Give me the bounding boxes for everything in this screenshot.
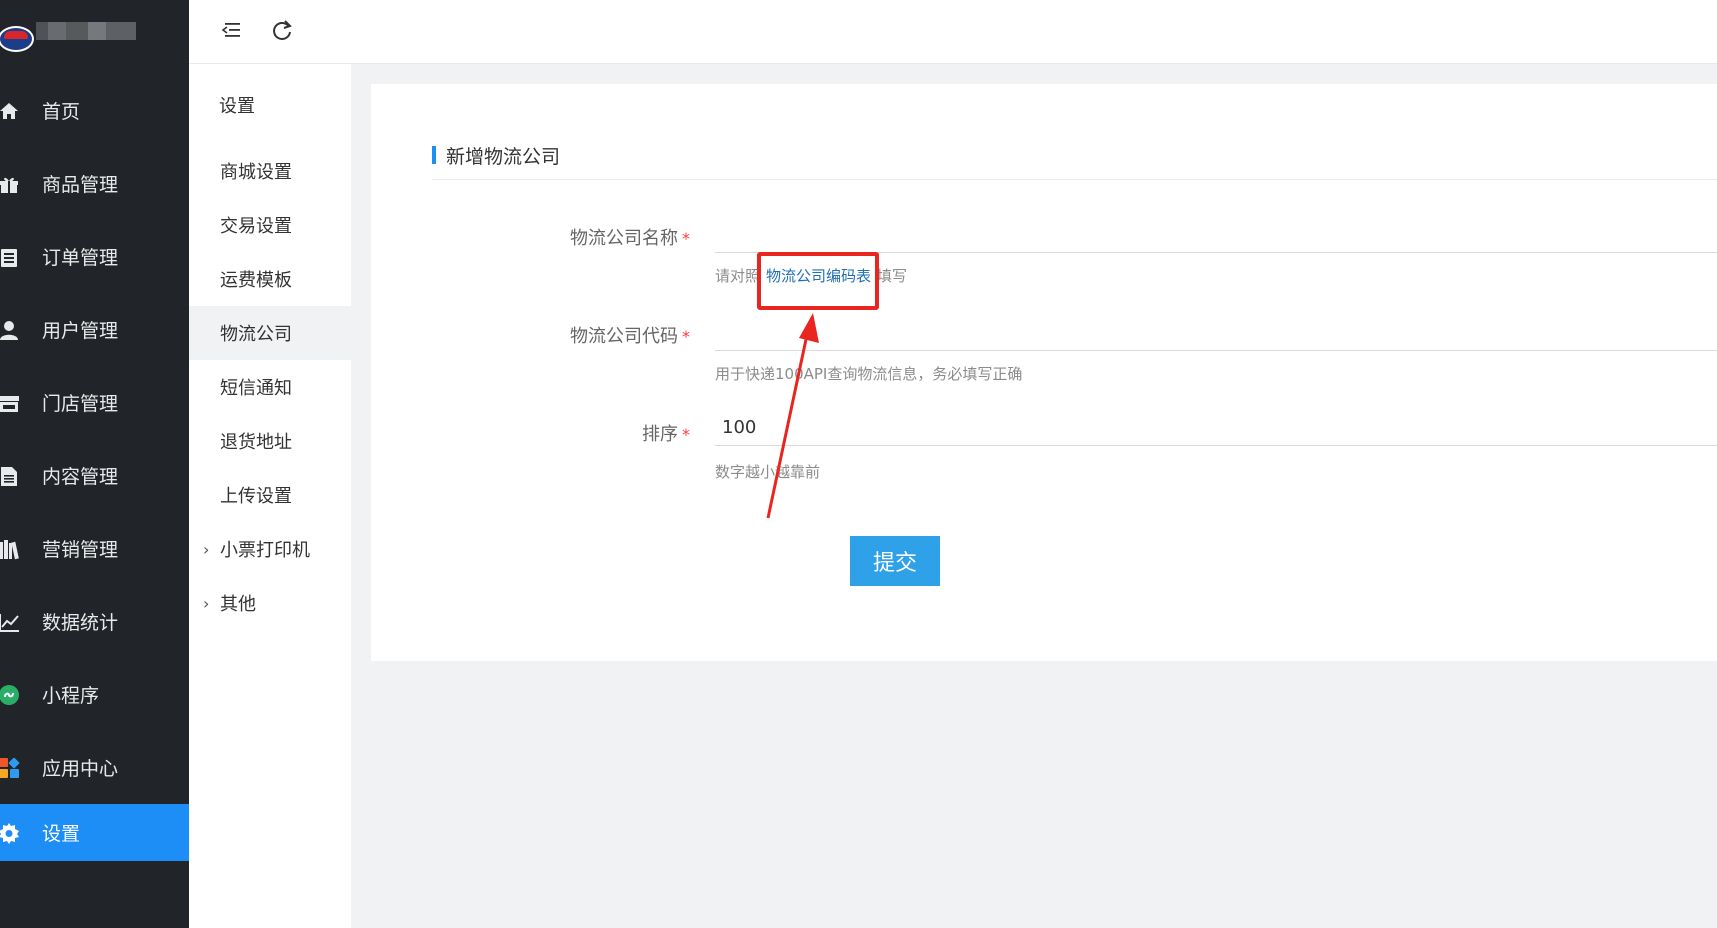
sidebar-item-marketing[interactable]: 营销管理 xyxy=(0,512,189,585)
sidebar-menu: 首页 商品管理 订单管理 用户管理 门店管理 内容管理 营销管理 数据统计 小程… xyxy=(0,74,189,861)
submenu-item-label: 小票打印机 xyxy=(220,540,310,561)
sidebar-item-settings[interactable]: 设置 xyxy=(0,804,189,861)
required-mark: * xyxy=(682,229,690,248)
menu-fold-icon[interactable] xyxy=(219,18,243,42)
sort-label-text: 排序 xyxy=(642,424,678,445)
settings-submenu: 设置 商城设置 交易设置 运费模板 物流公司 短信通知 退货地址 上传设置 › … xyxy=(189,64,351,928)
submenu-item-label: 运费模板 xyxy=(220,270,292,291)
sidebar-item-content[interactable]: 内容管理 xyxy=(0,439,189,512)
store-icon xyxy=(0,392,20,414)
sidebar-item-users[interactable]: 用户管理 xyxy=(0,293,189,366)
submenu-item-trade-settings[interactable]: 交易设置 xyxy=(189,198,351,252)
submenu-item-return-address[interactable]: 退货地址 xyxy=(189,414,351,468)
sort-help: 数字越小越靠前 xyxy=(715,463,821,481)
submenu-item-label: 退货地址 xyxy=(220,432,292,453)
company-code-label: 物流公司代码 * xyxy=(490,322,690,348)
help-suffix: 填写 xyxy=(877,267,908,285)
sidebar-item-label: 小程序 xyxy=(42,685,100,707)
company-code-help: 用于快递100API查询物流信息，务必填写正确 xyxy=(715,365,1023,383)
sidebar-item-label: 首页 xyxy=(42,101,81,123)
top-bar xyxy=(189,0,1717,64)
company-name-input[interactable] xyxy=(715,217,1717,253)
sidebar-item-home[interactable]: 首页 xyxy=(0,74,189,147)
gift-icon xyxy=(0,173,20,195)
miniprogram-icon xyxy=(0,684,20,706)
sidebar-item-label: 订单管理 xyxy=(42,247,119,269)
company-name-label-text: 物流公司名称 xyxy=(570,228,678,249)
annotation-highlight-box xyxy=(757,252,879,310)
required-mark: * xyxy=(682,327,690,346)
submenu-item-label: 商城设置 xyxy=(220,162,292,183)
sidebar-item-label: 设置 xyxy=(42,823,81,845)
sidebar-item-apps[interactable]: 应用中心 xyxy=(0,731,189,804)
main-sidebar: 首页 商品管理 订单管理 用户管理 门店管理 内容管理 营销管理 数据统计 小程… xyxy=(0,0,189,928)
brand-logo xyxy=(0,26,34,52)
submenu-item-label: 其他 xyxy=(220,594,256,615)
submenu-item-label: 物流公司 xyxy=(220,324,292,345)
company-code-input[interactable] xyxy=(715,315,1717,351)
submenu-item-sms-notifications[interactable]: 短信通知 xyxy=(189,360,351,414)
submenu-item-label: 短信通知 xyxy=(220,378,292,399)
logo-area[interactable] xyxy=(0,0,189,64)
required-mark: * xyxy=(682,425,690,444)
sidebar-item-miniprogram[interactable]: 小程序 xyxy=(0,658,189,731)
submenu-item-logistics-companies[interactable]: 物流公司 xyxy=(189,306,351,360)
sidebar-item-label: 数据统计 xyxy=(42,612,119,634)
home-icon xyxy=(0,100,20,122)
sidebar-item-orders[interactable]: 订单管理 xyxy=(0,220,189,293)
chevron-right-icon: › xyxy=(203,539,210,559)
refresh-icon[interactable] xyxy=(270,18,294,42)
page-title: 新增物流公司 xyxy=(446,146,561,168)
submit-button[interactable]: 提交 xyxy=(850,536,940,586)
submenu-item-shipping-templates[interactable]: 运费模板 xyxy=(189,252,351,306)
company-code-label-text: 物流公司代码 xyxy=(570,326,678,347)
sort-label: 排序 * xyxy=(490,420,690,446)
sidebar-item-label: 门店管理 xyxy=(42,393,119,415)
submenu-item-label: 上传设置 xyxy=(220,486,292,507)
card-header: 新增物流公司 xyxy=(432,136,1717,180)
submenu-item-receipt-printer[interactable]: › 小票打印机 xyxy=(189,522,351,576)
title-accent-bar xyxy=(432,146,436,164)
sidebar-item-statistics[interactable]: 数据统计 xyxy=(0,585,189,658)
apps-icon xyxy=(0,757,20,779)
submenu-title: 设置 xyxy=(219,96,255,117)
clipboard-icon xyxy=(0,246,20,268)
submenu-item-label: 交易设置 xyxy=(220,216,292,237)
blurred-brand-name xyxy=(36,22,136,40)
chevron-right-icon: › xyxy=(203,593,210,613)
sort-input[interactable] xyxy=(715,410,1717,446)
sidebar-item-products[interactable]: 商品管理 xyxy=(0,147,189,220)
company-name-label: 物流公司名称 * xyxy=(490,224,690,250)
books-icon xyxy=(0,538,20,560)
line-chart-icon xyxy=(0,611,20,633)
submenu-item-upload-settings[interactable]: 上传设置 xyxy=(189,468,351,522)
document-icon xyxy=(0,465,20,487)
submenu-item-mall-settings[interactable]: 商城设置 xyxy=(189,144,351,198)
sidebar-item-label: 用户管理 xyxy=(42,320,119,342)
help-prefix: 请对照 xyxy=(715,267,761,285)
sidebar-item-label: 内容管理 xyxy=(42,466,119,488)
user-icon xyxy=(0,319,20,341)
gear-icon xyxy=(0,822,20,844)
sidebar-item-label: 应用中心 xyxy=(42,758,119,780)
sidebar-item-label: 营销管理 xyxy=(42,539,119,561)
form-card: 新增物流公司 xyxy=(371,84,1717,661)
sidebar-item-stores[interactable]: 门店管理 xyxy=(0,366,189,439)
sidebar-item-label: 商品管理 xyxy=(42,174,119,196)
submenu-item-other[interactable]: › 其他 xyxy=(189,576,351,630)
